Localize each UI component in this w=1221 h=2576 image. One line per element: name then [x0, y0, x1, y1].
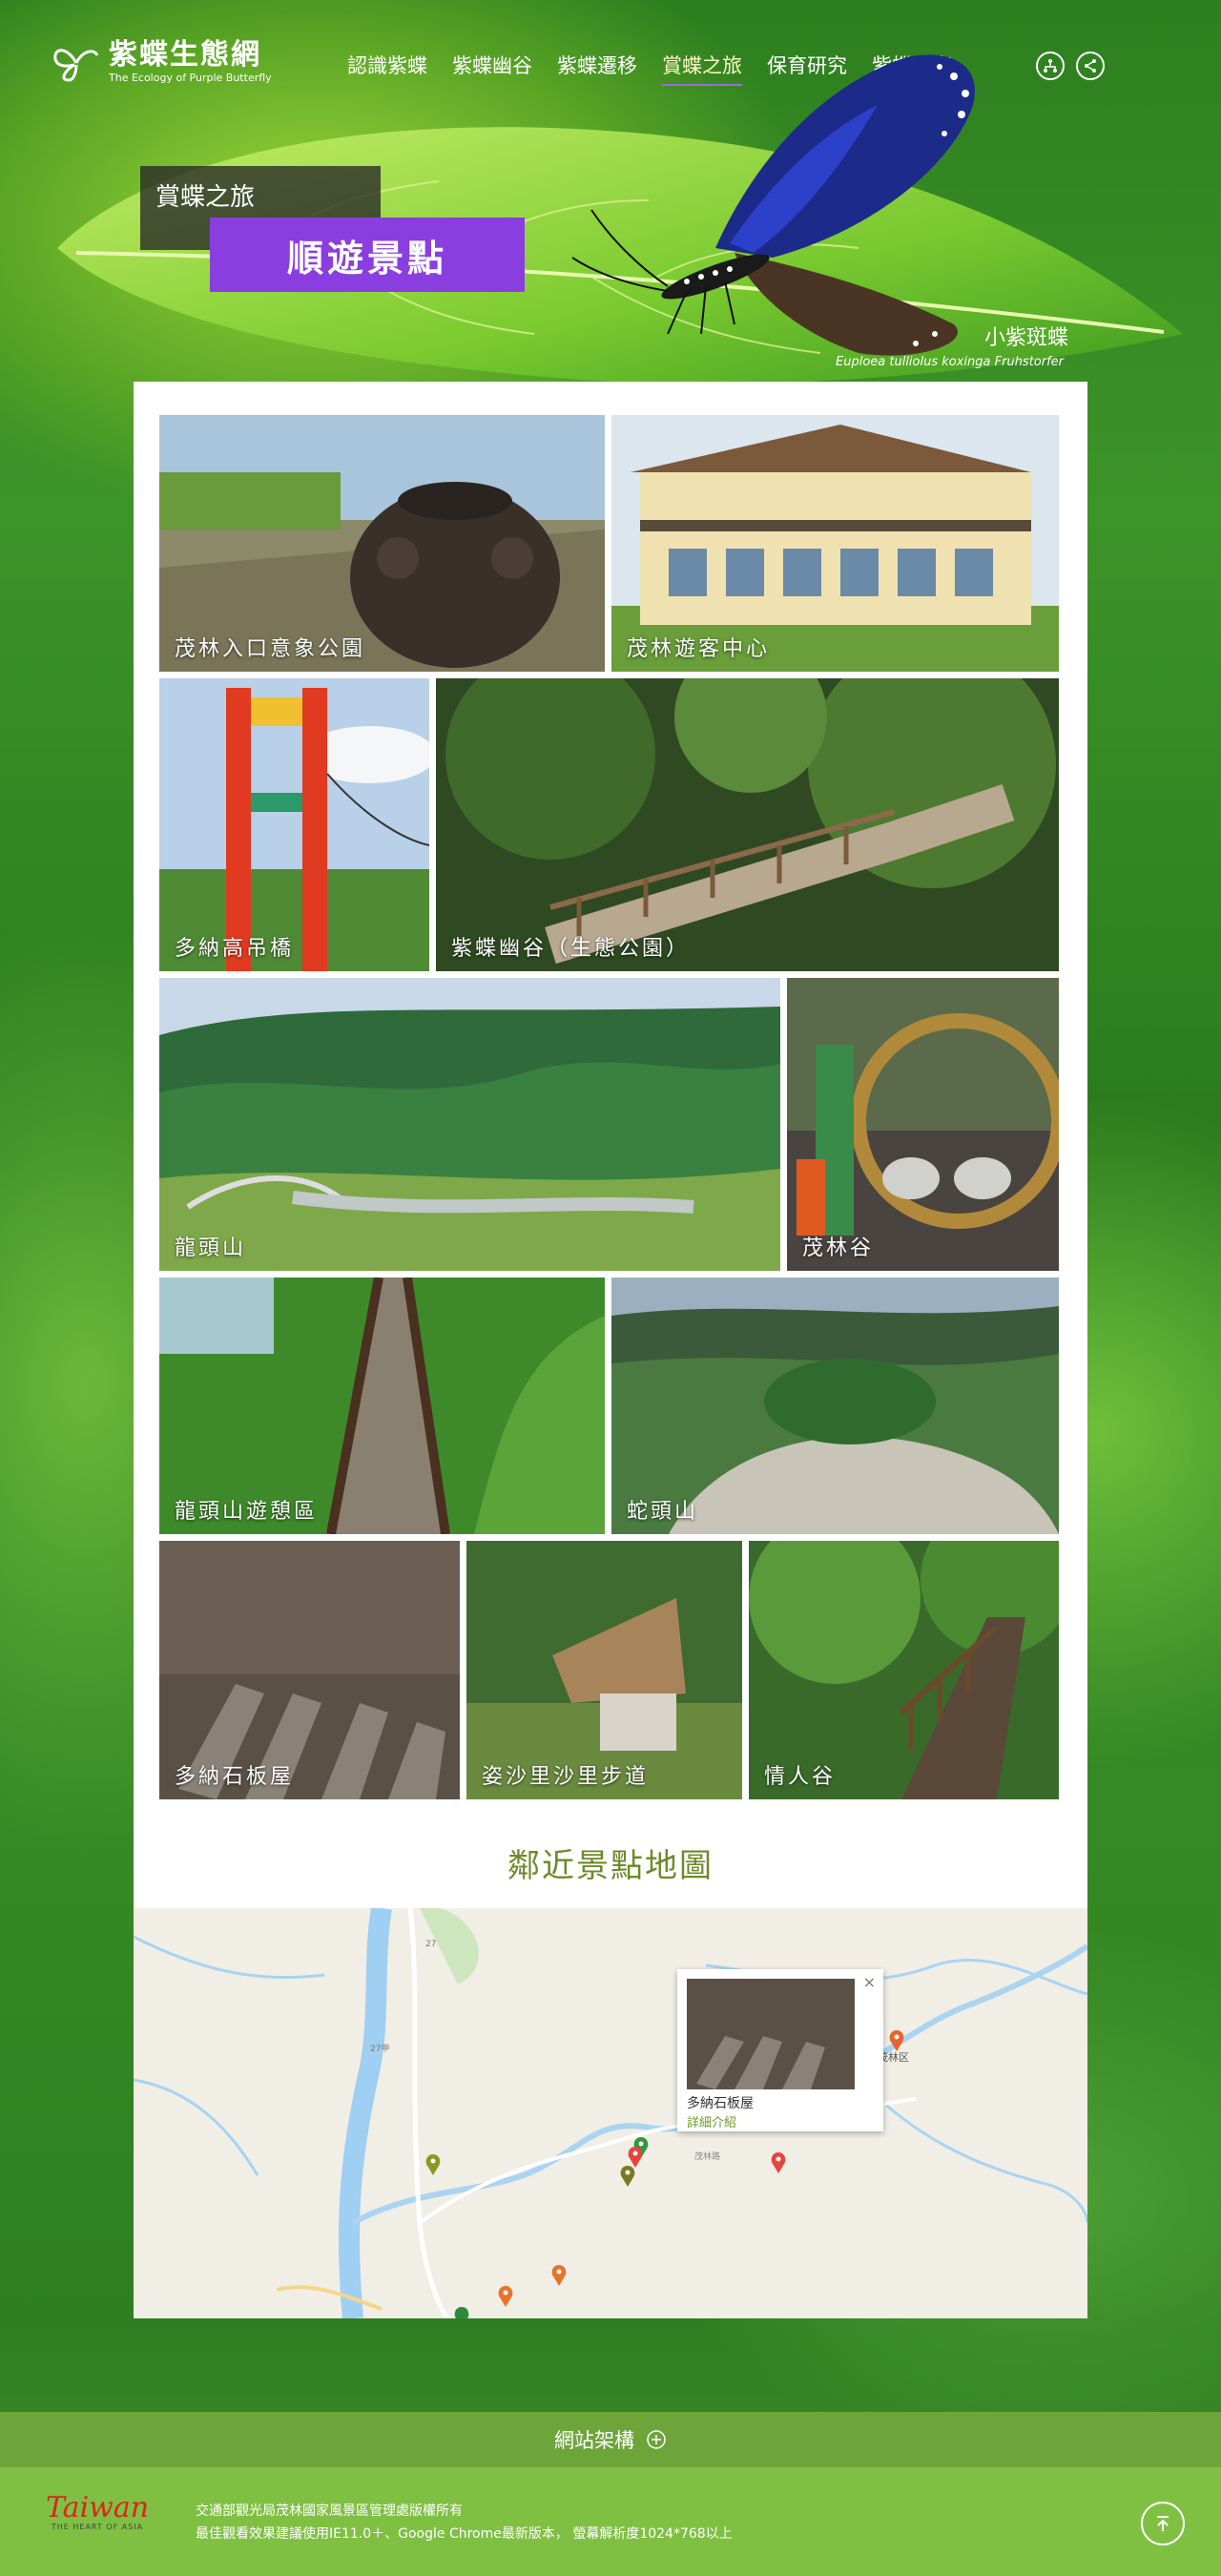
spot-tile[interactable]: 茂林入口意象公園 [159, 415, 605, 672]
spot-label: 茂林谷 [802, 1236, 875, 1260]
taiwan-brand: Taiwan [46, 2491, 150, 2524]
spot-tile[interactable]: 姿沙里沙里步道 [466, 1541, 742, 1799]
browser-note: 最佳觀看效果建議使用IE11.0＋、Google Chrome最新版本， 螢幕解… [196, 2526, 733, 2542]
butterfly-name: 小紫斑蝶 [984, 326, 1069, 350]
spot-label: 茂林遊客中心 [627, 637, 771, 661]
sitemap-icon[interactable] [1036, 52, 1065, 80]
spot-label: 多納高吊橋 [175, 937, 295, 961]
back-to-top-button[interactable] [1141, 2502, 1185, 2545]
copyright: 交通部觀光局茂林國家風景區管理處版權所有 最佳觀看效果建議使用IE11.0＋、G… [196, 2500, 733, 2545]
spot-label: 龍頭山 [175, 1236, 247, 1260]
site-logo[interactable]: 紫蝶生態網 The Ecology of Purple Butterfly [50, 38, 272, 86]
spot-label: 多納石板屋 [175, 1765, 295, 1789]
map-title: 鄰近景點地圖 [507, 1847, 714, 1885]
popup-photo [687, 1979, 855, 2089]
spot-label: 龍頭山遊憩區 [175, 1500, 319, 1524]
nav-item-valley[interactable]: 紫蝶幽谷 [452, 52, 532, 86]
arrow-up-icon [1157, 2516, 1169, 2531]
spot-tile[interactable]: 茂林遊客中心 [611, 415, 1059, 672]
nearby-map[interactable]: 27甲 27 茂林路 茂林区 多納石板屋 詳細介紹 × [134, 1908, 1087, 2318]
taiwan-logo[interactable]: Taiwan THE HEART OF ASIA [46, 2491, 150, 2532]
spot-label: 茂林入口意象公園 [175, 637, 366, 661]
map-road-label: 27 [425, 1940, 436, 1949]
butterfly-image [571, 54, 975, 356]
header-icons [1036, 52, 1105, 80]
share-icon[interactable] [1076, 52, 1105, 80]
map-road-label: 27甲 [370, 2044, 389, 2054]
plus-circle-icon [647, 2430, 666, 2449]
spot-photo [159, 678, 429, 971]
spot-tile[interactable]: 茂林谷 [787, 978, 1059, 1271]
spot-tile[interactable]: 情人谷 [749, 1541, 1059, 1799]
popup-detail-link[interactable]: 詳細介紹 [687, 2112, 736, 2130]
spot-tile[interactable]: 龍頭山 [159, 978, 780, 1271]
butterfly-logo-icon [53, 49, 99, 82]
taiwan-brand-sub: THE HEART OF ASIA [51, 2523, 144, 2531]
spot-tile[interactable]: 龍頭山遊憩區 [159, 1278, 605, 1534]
spot-photo [787, 978, 1059, 1271]
spot-photo [159, 978, 780, 1271]
spot-tile[interactable]: 蛇頭山 [611, 1278, 1059, 1534]
popup-title: 多納石板屋 [687, 2096, 754, 2111]
map-popup: 多納石板屋 詳細介紹 × [677, 1969, 883, 2131]
spot-label: 紫蝶幽谷（生態公園） [451, 937, 691, 961]
spot-photo [436, 678, 1059, 971]
spot-label: 情人谷 [764, 1765, 837, 1789]
map-road-label: 茂林路 [694, 2150, 720, 2162]
butterfly-latin-name: Euploea tulliolus koxinga Fruhstorfer [836, 355, 1065, 369]
spot-tile[interactable]: 多納石板屋 [159, 1541, 460, 1799]
nav-item-know[interactable]: 認識紫蝶 [347, 52, 427, 86]
copyright-text: 交通部觀光局茂林國家風景區管理處版權所有 [196, 2503, 463, 2519]
spot-tile[interactable]: 多納高吊橋 [159, 678, 429, 971]
logo-subtitle: The Ecology of Purple Butterfly [109, 72, 272, 84]
footer: Taiwan THE HEART OF ASIA 交通部觀光局茂林國家風景區管理… [0, 2467, 1221, 2576]
logo-title: 紫蝶生態網 [109, 38, 261, 72]
spot-tile[interactable]: 紫蝶幽谷（生態公園） [436, 678, 1059, 971]
sitemap-toggle[interactable]: 網站架構 [0, 2412, 1221, 2467]
spot-label: 姿沙里沙里步道 [482, 1765, 650, 1789]
map-canvas: 27甲 27 茂林路 茂林区 [134, 1908, 1087, 2318]
page-title: 順遊景點 [210, 218, 525, 292]
sitemap-label: 網站架構 [554, 2429, 634, 2452]
close-icon[interactable]: × [863, 1973, 876, 1991]
spot-label: 蛇頭山 [627, 1500, 699, 1524]
